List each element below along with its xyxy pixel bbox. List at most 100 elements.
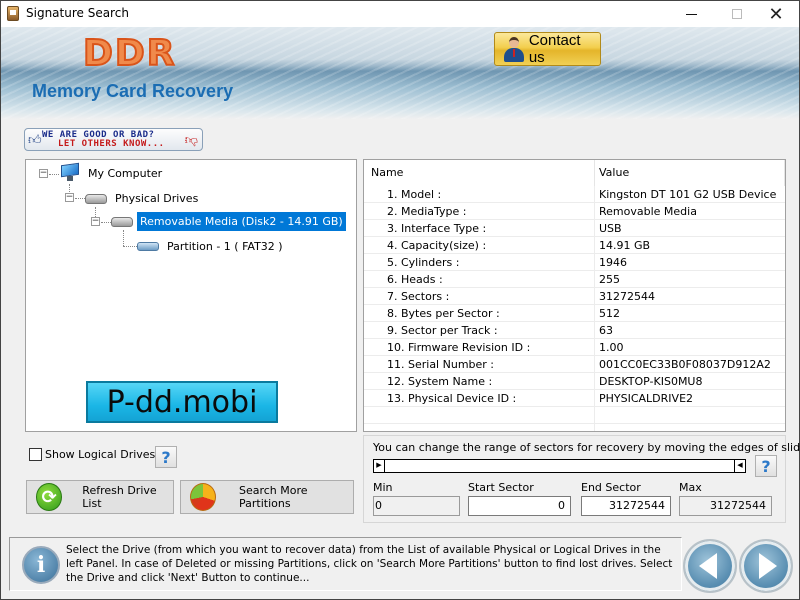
min-label: Min	[373, 481, 393, 494]
max-sector-field: 31272544	[679, 496, 772, 516]
column-header-name[interactable]: Name	[364, 160, 595, 186]
cell-value: 14.91 GB	[599, 239, 651, 252]
tree-node-physical-drives[interactable]: Physical Drives	[85, 190, 200, 207]
tree-node-my-computer[interactable]: My Computer	[60, 162, 164, 182]
drive-details-table: Name Value 1. Model : Kingston DT 101 G2 …	[363, 159, 786, 432]
table-row[interactable]: 8. Bytes per Sector : 512	[364, 305, 785, 322]
minimize-button[interactable]	[668, 1, 714, 27]
table-row[interactable]	[364, 424, 785, 431]
table-row[interactable]: 6. Heads : 255	[364, 271, 785, 288]
collapse-toggle[interactable]: −	[39, 169, 48, 178]
cell-name: 3. Interface Type :	[364, 220, 595, 236]
help-icon: ?	[161, 447, 171, 467]
table-row[interactable]: 7. Sectors : 31272544	[364, 288, 785, 305]
cell-name: 10. Firmware Revision ID :	[364, 339, 595, 355]
range-hint: You can change the range of sectors for …	[373, 441, 800, 454]
cell-name: 6. Heads :	[364, 271, 595, 287]
minimize-icon	[685, 13, 697, 15]
help-icon: ?	[761, 456, 771, 476]
slider-start-handle[interactable]: ▶	[374, 460, 385, 472]
feedback-banner-button[interactable]: 👍︎ WE ARE GOOD OR BAD? LET OTHERS KNOW..…	[24, 128, 203, 151]
tree-node-label: Partition - 1 ( FAT32 )	[167, 240, 283, 253]
table-row[interactable]: 5. Cylinders : 1946	[364, 254, 785, 271]
cell-name: 12. System Name :	[364, 373, 595, 389]
cell-value: 1946	[599, 256, 627, 269]
end-sector-input[interactable]: 31272544	[581, 496, 671, 516]
cell-value	[595, 407, 785, 423]
cell-value: Removable Media	[599, 205, 697, 218]
tree-node-removable-media[interactable]: Removable Media (Disk2 - 14.91 GB)	[111, 212, 346, 231]
search-partitions-label: Search More Partitions	[238, 484, 308, 510]
brand-logo: DDR	[82, 32, 177, 75]
window-title: Signature Search	[26, 6, 129, 20]
sector-range-slider[interactable]: ▶ ◀	[373, 459, 746, 473]
min-sector-field: 0	[373, 496, 460, 516]
cell-value: 1.00	[599, 341, 624, 354]
table-body: 1. Model : Kingston DT 101 G2 USB Device 2…	[364, 186, 785, 431]
computer-icon	[60, 162, 80, 182]
search-more-partitions-button[interactable]: Search More Partitions	[180, 480, 354, 514]
table-row[interactable]: 10. Firmware Revision ID : 1.00	[364, 339, 785, 356]
sector-range-panel: You can change the range of sectors for …	[363, 435, 800, 523]
close-button[interactable]: ✕	[753, 1, 799, 27]
app-icon	[7, 6, 19, 21]
show-logical-drives-label: Show Logical Drives	[45, 448, 156, 461]
max-label: Max	[679, 481, 702, 494]
contact-us-button[interactable]: Contact us	[494, 32, 601, 66]
cell-name	[364, 424, 595, 431]
table-row[interactable]: 9. Sector per Track : 63	[364, 322, 785, 339]
collapse-toggle[interactable]: −	[65, 193, 74, 202]
back-button[interactable]	[683, 539, 737, 593]
refresh-drive-list-button[interactable]: ⟳ Refresh Drive List	[26, 480, 174, 514]
cell-name: 13. Physical Device ID :	[364, 390, 595, 406]
table-row[interactable]: 1. Model : Kingston DT 101 G2 USB Device	[364, 186, 785, 203]
cell-value: USB	[599, 222, 622, 235]
end-sector-label: End Sector	[581, 481, 641, 494]
start-sector-input[interactable]: 0	[468, 496, 571, 516]
table-row[interactable]: 13. Physical Device ID : PHYSICALDRIVE2	[364, 390, 785, 407]
tree-connector	[75, 198, 85, 199]
cell-value: PHYSICALDRIVE2	[599, 392, 694, 405]
table-row[interactable]: 11. Serial Number : 001CC0EC33B0F08037D91…	[364, 356, 785, 373]
info-icon: i	[22, 546, 60, 584]
cell-name: 7. Sectors :	[364, 288, 595, 304]
table-row[interactable]	[364, 407, 785, 424]
refresh-icon: ⟳	[36, 483, 63, 511]
thumbs-down-icon: 👎︎	[184, 133, 198, 148]
table-row[interactable]: 2. MediaType : Removable Media	[364, 203, 785, 220]
help-button-drives[interactable]: ?	[155, 446, 177, 468]
next-button[interactable]	[739, 539, 793, 593]
tree-node-partition-1[interactable]: Partition - 1 ( FAT32 )	[137, 238, 285, 255]
cell-value: 31272544	[599, 290, 655, 303]
cell-value: DESKTOP-KIS0MU8	[599, 375, 703, 388]
cell-value: 512	[599, 307, 620, 320]
checkbox-box[interactable]	[29, 448, 42, 461]
cell-name: 5. Cylinders :	[364, 254, 595, 270]
product-name: Memory Card Recovery	[32, 81, 234, 101]
cell-name: 2. MediaType :	[364, 203, 595, 219]
maximize-icon	[732, 9, 742, 19]
close-icon: ✕	[768, 3, 784, 25]
tree-node-label: My Computer	[88, 166, 163, 180]
tree-connector	[101, 222, 111, 223]
cell-value: 63	[599, 324, 613, 337]
show-logical-drives-checkbox[interactable]: Show Logical Drives	[29, 448, 155, 461]
thumbs-up-icon: 👍︎	[28, 133, 42, 148]
help-button-sectors[interactable]: ?	[755, 455, 777, 477]
person-icon	[503, 36, 525, 62]
cell-name	[364, 407, 595, 423]
column-header-value[interactable]: Value	[595, 160, 785, 186]
table-row[interactable]: 4. Capacity(size) : 14.91 GB	[364, 237, 785, 254]
slider-end-handle[interactable]: ◀	[734, 460, 745, 472]
cell-name: 8. Bytes per Sector :	[364, 305, 595, 321]
watermark-label: P-dd.mobi	[86, 381, 278, 423]
info-bar: i Select the Drive (from which you want …	[9, 537, 682, 591]
cell-value: Kingston DT 101 G2 USB Device	[599, 188, 777, 201]
collapse-toggle[interactable]: −	[91, 217, 100, 226]
header-banner: DDR Memory Card Recovery Contact us	[1, 27, 799, 119]
table-row[interactable]: 12. System Name : DESKTOP-KIS0MU8	[364, 373, 785, 390]
title-bar: Signature Search ✕	[1, 1, 799, 27]
table-row[interactable]: 3. Interface Type : USB	[364, 220, 785, 237]
tree-node-label: Removable Media (Disk2 - 14.91 GB)	[137, 212, 346, 231]
drive-icon	[85, 193, 107, 204]
